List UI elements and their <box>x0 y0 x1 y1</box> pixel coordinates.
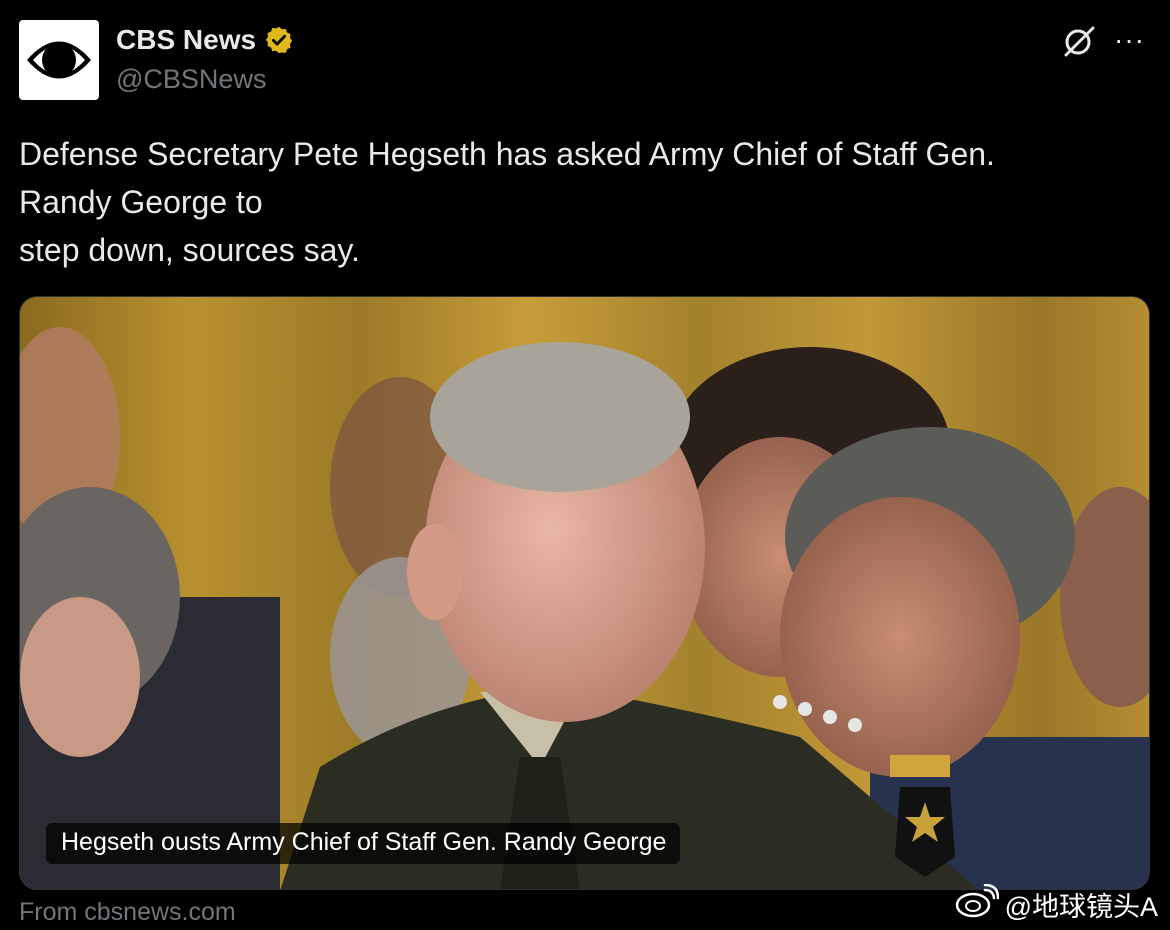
tweet-text: Defense Secretary Pete Hegseth has asked… <box>19 130 1139 274</box>
grok-icon[interactable] <box>1062 24 1096 58</box>
tweet-text-line: Randy George to <box>19 184 263 220</box>
author-avatar[interactable] <box>19 20 99 100</box>
link-card[interactable]: Hegseth ousts Army Chief of Staff Gen. R… <box>19 296 1150 890</box>
author-name[interactable]: CBS News <box>116 24 294 56</box>
watermark-text: @地球镜头A <box>1004 892 1158 922</box>
author-name-label: CBS News <box>116 24 257 55</box>
weibo-logo-icon <box>955 883 999 925</box>
more-options-button[interactable]: ··· <box>1114 26 1145 54</box>
author-handle[interactable]: @CBSNews <box>116 64 266 95</box>
watermark: @地球镜头A <box>955 883 1158 925</box>
card-source[interactable]: From cbsnews.com <box>19 898 236 927</box>
verified-badge-icon <box>264 25 294 55</box>
cbs-eye-logo-icon <box>27 41 91 79</box>
tweet-text-line: step down, sources say. <box>19 232 360 268</box>
tweet-text-line: Defense Secretary Pete Hegseth has asked… <box>19 136 995 172</box>
news-photo <box>20 297 1149 889</box>
card-headline: Hegseth ousts Army Chief of Staff Gen. R… <box>46 823 681 864</box>
